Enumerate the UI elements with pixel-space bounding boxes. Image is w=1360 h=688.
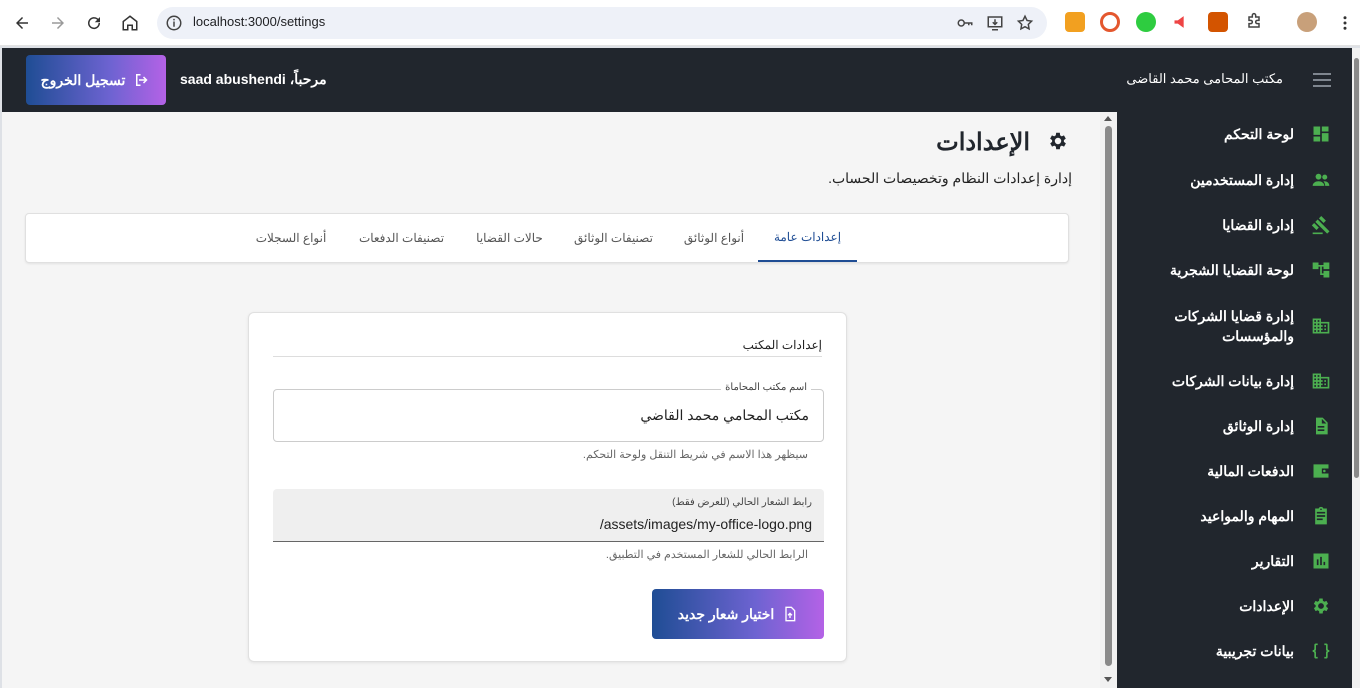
page-title: الإعدادات bbox=[936, 129, 1030, 156]
tab-case-statuses[interactable]: حالات القضايا bbox=[461, 214, 558, 262]
welcome-text: مرحباً، saad abushendi bbox=[180, 71, 327, 87]
business-icon bbox=[1310, 315, 1332, 337]
settings-tabs: إعدادات عامة أنواع الوثائق تصنيفات الوثا… bbox=[25, 213, 1069, 263]
extension-icon[interactable] bbox=[1208, 12, 1228, 32]
business-icon bbox=[1310, 370, 1332, 392]
sidebar-item-tasks[interactable]: المهام والمواعيد bbox=[1117, 504, 1357, 528]
sidebar-item-label: بيانات تجريبية bbox=[1215, 643, 1294, 659]
tab-general-settings[interactable]: إعدادات عامة bbox=[758, 214, 857, 262]
wallet-icon bbox=[1310, 460, 1332, 482]
sidebar-item-dashboard[interactable]: لوحة التحكم bbox=[1117, 122, 1357, 146]
office-name-label: اسم مكتب المحاماة bbox=[721, 382, 811, 393]
scroll-up-arrow[interactable] bbox=[1104, 116, 1112, 121]
divider bbox=[273, 356, 822, 357]
url-text: localhost:3000/settings bbox=[193, 14, 326, 29]
sidebar-item-label: الإعدادات bbox=[1239, 598, 1294, 614]
extension-icon[interactable] bbox=[1100, 12, 1120, 32]
extension-icon[interactable] bbox=[1136, 12, 1156, 32]
page-scrollbar[interactable] bbox=[1352, 48, 1360, 688]
choose-logo-label: اختيار شعار جديد bbox=[677, 605, 775, 622]
logo-url-value: /assets/images/my-office-logo.png bbox=[599, 516, 812, 532]
menu-icon[interactable] bbox=[1313, 73, 1331, 87]
tab-document-categories[interactable]: تصنيفات الوثائق bbox=[558, 214, 669, 262]
sidebar: لوحة التحكم إدارة المستخدمين إدارة القضا… bbox=[1117, 112, 1357, 688]
sidebar-item-label: التقارير bbox=[1251, 553, 1294, 569]
sidebar-item-label: إدارة بيانات الشركات bbox=[1171, 373, 1294, 389]
settings-gear-icon bbox=[1047, 130, 1069, 152]
sidebar-item-cases-tree[interactable]: لوحة القضايا الشجرية bbox=[1117, 258, 1357, 282]
content-scrollbar[interactable] bbox=[1100, 112, 1117, 688]
extensions-puzzle-icon[interactable] bbox=[1244, 12, 1264, 32]
document-icon bbox=[1310, 415, 1332, 437]
sidebar-item-label: إدارة الوثائق bbox=[1222, 418, 1294, 434]
settings-icon bbox=[1310, 595, 1332, 617]
logout-icon bbox=[136, 74, 148, 86]
choose-logo-button[interactable]: اختيار شعار جديد bbox=[652, 589, 824, 639]
office-name-helper: سيظهر هذا الاسم في شريط التنقل ولوحة الت… bbox=[582, 449, 808, 461]
logout-button[interactable]: تسجيل الخروج bbox=[26, 55, 166, 105]
sidebar-item-label: الدفعات المالية bbox=[1207, 463, 1294, 479]
sidebar-item-cases[interactable]: إدارة القضايا bbox=[1117, 213, 1357, 237]
gavel-icon bbox=[1310, 214, 1332, 236]
office-name-field[interactable]: اسم مكتب المحاماة مكتب المحامي محمد القا… bbox=[273, 382, 824, 442]
install-app-icon[interactable] bbox=[985, 13, 1005, 33]
tab-log-types[interactable]: أنواع السجلات bbox=[240, 214, 342, 262]
scrollbar-thumb[interactable] bbox=[1105, 126, 1112, 666]
tab-document-types[interactable]: أنواع الوثائق bbox=[669, 214, 759, 262]
extension-icon[interactable] bbox=[1065, 12, 1085, 32]
sidebar-item-label: المهام والمواعيد bbox=[1200, 508, 1294, 524]
sidebar-item-documents[interactable]: إدارة الوثائق bbox=[1117, 414, 1357, 438]
forward-icon[interactable] bbox=[46, 11, 70, 35]
upload-file-icon bbox=[785, 606, 796, 622]
clipboard-icon bbox=[1310, 505, 1332, 527]
sidebar-item-company-cases[interactable]: إدارة قضايا الشركات والمؤسسات bbox=[1117, 304, 1357, 348]
sidebar-item-companies-data[interactable]: إدارة بيانات الشركات bbox=[1117, 369, 1357, 393]
sidebar-item-users[interactable]: إدارة المستخدمين bbox=[1117, 168, 1357, 192]
app-header: مكتب المحامى محمد القاضى مرحباً، saad ab… bbox=[2, 48, 1357, 112]
logo-url-label: رابط الشعار الحالي (للعرض فقط) bbox=[672, 497, 812, 508]
sidebar-item-label: إدارة المستخدمين bbox=[1190, 172, 1294, 188]
logout-label: تسجيل الخروج bbox=[40, 71, 126, 88]
data-object-icon bbox=[1310, 640, 1332, 662]
page-scrollbar-thumb[interactable] bbox=[1354, 58, 1359, 478]
app-title: مكتب المحامى محمد القاضى bbox=[1126, 71, 1283, 86]
key-icon[interactable] bbox=[955, 13, 975, 33]
office-name-value: مكتب المحامي محمد القاضي bbox=[640, 407, 809, 423]
address-bar[interactable]: localhost:3000/settings bbox=[157, 7, 1047, 39]
main-content: الإعدادات إدارة إعدادات النظام وتخصيصات … bbox=[2, 112, 1100, 688]
dashboard-icon bbox=[1310, 123, 1332, 145]
bookmark-star-icon[interactable] bbox=[1015, 13, 1035, 33]
page-subtitle: إدارة إعدادات النظام وتخصيصات الحساب. bbox=[828, 170, 1072, 186]
profile-avatar[interactable] bbox=[1297, 12, 1317, 32]
tab-payment-categories[interactable]: تصنيفات الدفعات bbox=[342, 214, 461, 262]
browser-toolbar: localhost:3000/settings bbox=[0, 0, 1360, 46]
logo-url-helper: الرابط الحالي للشعار المستخدم في التطبيق… bbox=[605, 549, 808, 561]
sidebar-item-sample-data[interactable]: بيانات تجريبية bbox=[1117, 639, 1357, 663]
sidebar-item-label: لوحة التحكم bbox=[1223, 126, 1294, 142]
scroll-down-arrow[interactable] bbox=[1104, 677, 1112, 682]
bar-chart-icon bbox=[1310, 550, 1332, 572]
sidebar-item-label: لوحة القضايا الشجرية bbox=[1169, 262, 1294, 278]
sidebar-item-label: إدارة قضايا الشركات والمؤسسات bbox=[1174, 308, 1294, 344]
sidebar-item-reports[interactable]: التقارير bbox=[1117, 549, 1357, 573]
sidebar-item-settings[interactable]: الإعدادات bbox=[1117, 594, 1357, 618]
people-icon bbox=[1310, 169, 1332, 191]
back-icon[interactable] bbox=[10, 11, 34, 35]
reload-icon[interactable] bbox=[82, 11, 106, 35]
megaphone-icon[interactable] bbox=[1172, 12, 1192, 32]
home-icon[interactable] bbox=[118, 11, 142, 35]
more-menu-icon[interactable] bbox=[1333, 11, 1357, 35]
sidebar-item-payments[interactable]: الدفعات المالية bbox=[1117, 459, 1357, 483]
site-info-icon[interactable] bbox=[165, 14, 183, 32]
sidebar-item-label: إدارة القضايا bbox=[1222, 217, 1294, 233]
card-heading: إعدادات المكتب bbox=[742, 338, 822, 352]
account-tree-icon bbox=[1310, 259, 1332, 281]
logo-url-field: رابط الشعار الحالي (للعرض فقط) /assets/i… bbox=[273, 489, 824, 542]
office-settings-card: إعدادات المكتب اسم مكتب المحاماة مكتب ال… bbox=[248, 312, 847, 662]
